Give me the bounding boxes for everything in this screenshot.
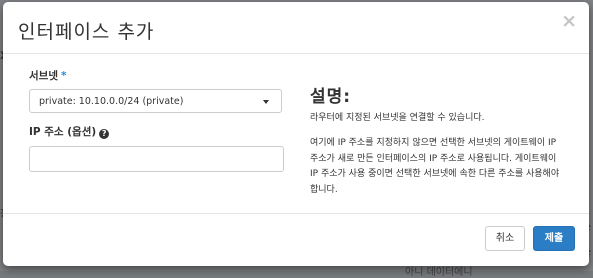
add-interface-dialog: 인터페이스 추가 × 서브넷 * private: 10.10.0.0/24 (p… [3, 2, 589, 266]
description-paragraph: 라우터에 지정된 서브넷을 연결할 수 있습니다. [310, 113, 485, 123]
ip-address-input[interactable] [29, 146, 284, 172]
dialog-footer: 취소 제출 [3, 213, 589, 266]
subnet-label-text: 서브넷 [29, 70, 58, 82]
submit-button[interactable]: 제출 [533, 226, 575, 251]
description-paragraph: 여기에 IP 주소를 지정하지 않으면 선택한 서브넷의 게이트웨이 IP 주소… [310, 138, 560, 195]
close-icon[interactable]: × [561, 12, 577, 31]
dialog-title: 인터페이스 추가 [18, 21, 155, 43]
dialog-header: 인터페이스 추가 × [3, 2, 589, 54]
ip-address-label-text: IP 주소 (옵션) [29, 126, 97, 138]
ip-address-label: IP 주소 (옵션)? [29, 124, 110, 139]
subnet-select[interactable]: private: 10.10.0.0/24 (private) [29, 89, 282, 113]
question-circle-icon[interactable]: ? [99, 129, 110, 139]
required-asterisk-icon: * [60, 70, 67, 82]
cancel-button[interactable]: 취소 [485, 226, 525, 251]
description-title: 설명: [310, 87, 352, 107]
caret-down-icon [263, 100, 269, 104]
subnet-selected-value: private: 10.10.0.0/24 (private) [39, 96, 184, 107]
dialog-body: 서브넷 * private: 10.10.0.0/24 (private) IP … [3, 54, 589, 214]
subnet-label: 서브넷 * [29, 68, 66, 83]
